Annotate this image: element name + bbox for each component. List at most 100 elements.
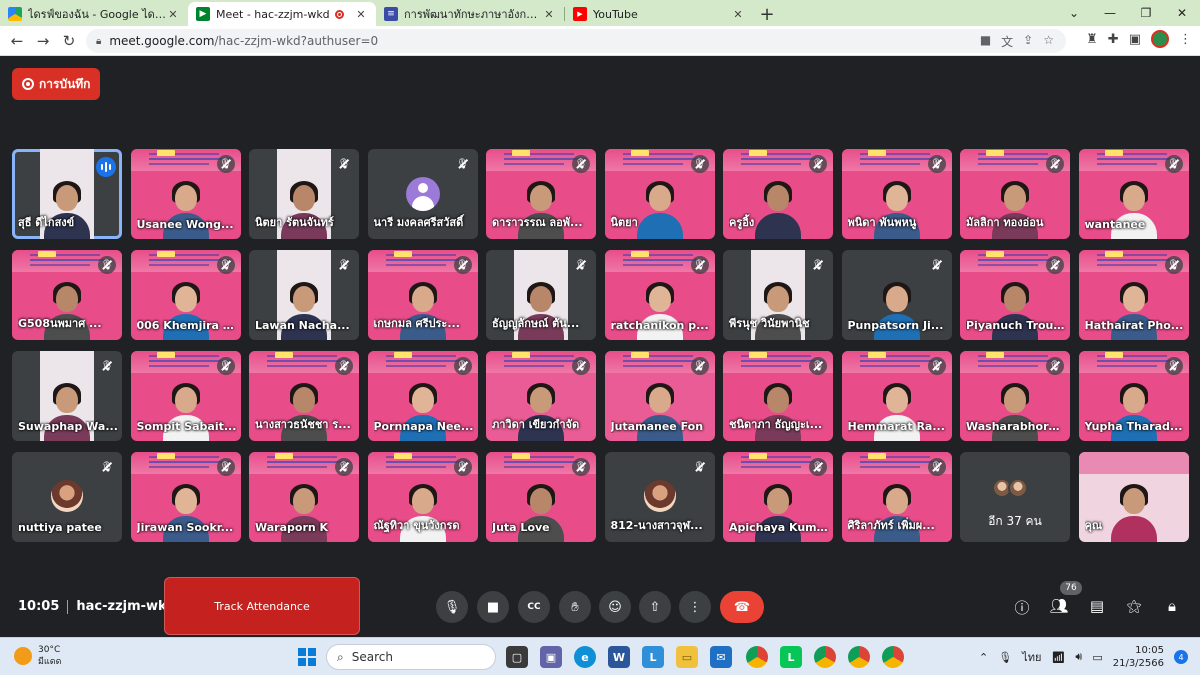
self-view-tile[interactable]: คุณ bbox=[1078, 452, 1189, 542]
close-window-icon[interactable]: ✕ bbox=[1164, 0, 1200, 26]
participant-tile[interactable]: 🎙︎ Lawan Nacha... bbox=[249, 250, 359, 340]
microphone-icon[interactable]: 🎙︎ bbox=[436, 591, 468, 623]
microphone-tray-icon[interactable]: 🎙︎ bbox=[998, 651, 1012, 664]
participant-tile[interactable]: 🎙︎ นิตยา bbox=[604, 149, 715, 239]
back-icon[interactable]: ← bbox=[4, 28, 30, 54]
participant-tile[interactable]: 🎙︎ Jutamanee Fon bbox=[604, 351, 715, 441]
participant-tile[interactable]: 🎙︎ Suwaphap Wa... bbox=[12, 351, 122, 441]
address-bar[interactable]: 🔒︎ meet.google.com /hac-zzjm-wkd?authuse… bbox=[86, 29, 1066, 53]
participant-tile[interactable]: 🎙︎ ภาวิดา เขียวกำจัด bbox=[486, 351, 596, 441]
wifi-icon[interactable]: 📶︎ bbox=[1051, 651, 1065, 664]
participant-tile[interactable]: 🎙︎ นารี มงคลศรีสวัสดิ์ bbox=[367, 149, 478, 239]
camera-toggle-icon[interactable]: ■ bbox=[477, 591, 509, 623]
people-icon[interactable]: 👥︎ bbox=[1048, 597, 1070, 615]
chrome-profile-icon[interactable] bbox=[882, 646, 904, 668]
chevron-up-icon[interactable]: ⌃ bbox=[979, 651, 988, 664]
present-screen-icon[interactable]: ⇧ bbox=[639, 591, 671, 623]
forward-icon[interactable]: → bbox=[30, 28, 56, 54]
recording-button[interactable]: การบันทึก bbox=[12, 68, 101, 100]
meeting-details-icon[interactable]: ⓘ bbox=[1011, 597, 1033, 618]
windows-start-icon[interactable] bbox=[298, 648, 316, 666]
close-icon[interactable]: ✕ bbox=[166, 8, 180, 21]
edge-icon[interactable]: e bbox=[574, 646, 596, 668]
close-icon[interactable]: ✕ bbox=[354, 8, 368, 21]
more-options-icon[interactable]: ⋮ bbox=[679, 591, 711, 623]
chrome-profile-icon[interactable] bbox=[848, 646, 870, 668]
participant-tile[interactable]: 🎙︎ เกษกมล ศรีประ... bbox=[367, 250, 478, 340]
participant-tile[interactable]: 🎙︎ มัลลิกา ทองอ่อน bbox=[960, 149, 1070, 239]
profile-avatar[interactable] bbox=[1151, 30, 1169, 48]
task-view-icon[interactable]: ▢ bbox=[506, 646, 528, 668]
emoji-icon[interactable]: ☺ bbox=[599, 591, 631, 623]
close-icon[interactable]: ✕ bbox=[542, 8, 556, 21]
participant-tile[interactable]: 🎙︎ ดาราวรรณ ลอพั... bbox=[486, 149, 596, 239]
participant-tile[interactable]: 🎙︎ ชนิดาภา ธัญญะเ... bbox=[723, 351, 833, 441]
puzzle-icon[interactable]: ✚ bbox=[1108, 32, 1119, 47]
chrome-icon[interactable] bbox=[746, 646, 768, 668]
participant-tile[interactable]: 🎙︎ Apichaya Kum... bbox=[723, 452, 833, 542]
participant-tile[interactable]: 🎙︎ Juta Love bbox=[486, 452, 596, 542]
raise-hand-icon[interactable]: ✋︎ bbox=[559, 591, 591, 623]
side-panel-icon[interactable]: ▣ bbox=[1129, 32, 1141, 47]
reload-icon[interactable]: ↻ bbox=[56, 28, 82, 54]
participant-tile[interactable]: 🎙︎ ratchanikon p... bbox=[604, 250, 715, 340]
chevron-down-icon[interactable]: ⌄ bbox=[1056, 0, 1092, 26]
participant-tile[interactable]: 🎙︎ Jirawan Sookr... bbox=[130, 452, 241, 542]
chat-app-icon[interactable]: ▣ bbox=[540, 646, 562, 668]
word-icon[interactable]: W bbox=[608, 646, 630, 668]
new-tab-icon[interactable]: + bbox=[753, 2, 781, 26]
taskbar-clock[interactable]: 10:05 21/3/2566 bbox=[1113, 644, 1164, 670]
captions-icon[interactable]: CC bbox=[518, 591, 550, 623]
participant-tile[interactable]: 🎙︎ G508นพมาศ ... bbox=[12, 250, 122, 340]
notification-badge[interactable]: 4 bbox=[1174, 650, 1188, 664]
participant-tile[interactable]: 🎙︎ Washarabhorn... bbox=[960, 351, 1070, 441]
translate-icon[interactable]: 文 bbox=[1001, 33, 1013, 50]
participant-tile[interactable]: 🎙︎ Pornnapa Nee... bbox=[367, 351, 478, 441]
participant-tile[interactable]: 🎙︎ พีรนุช วินัยพานิช bbox=[723, 250, 833, 340]
participant-tile[interactable]: 🎙︎ ศิริลาภัทร์ เพิ่มผ... bbox=[841, 452, 952, 542]
track-attendance-button[interactable]: Track Attendance bbox=[164, 577, 360, 635]
participant-tile[interactable]: 🎙︎ Piyanuch Trouj... bbox=[960, 250, 1070, 340]
end-call-button[interactable]: ☎︎ bbox=[720, 591, 764, 623]
participant-tile[interactable]: 🎙︎ นิตยา รัตนจันทร์ bbox=[249, 149, 359, 239]
volume-icon[interactable]: 🔊︎ bbox=[1075, 650, 1082, 664]
close-icon[interactable]: ✕ bbox=[731, 8, 745, 21]
file-explorer-icon[interactable]: ▭ bbox=[676, 646, 698, 668]
participant-tile[interactable]: 🎙︎ ณัฐทิวา ขุนวังกรด bbox=[367, 452, 478, 542]
host-controls-icon[interactable]: 🔒︎ bbox=[1161, 597, 1183, 615]
mail-icon[interactable]: ✉ bbox=[710, 646, 732, 668]
participant-tile[interactable]: 🎙︎ wantanee bbox=[1078, 149, 1189, 239]
tab-drive[interactable]: ไดรฟ์ของฉัน - Google ไดรฟ์ ✕ bbox=[0, 2, 188, 26]
kebab-menu-icon[interactable]: ⋮ bbox=[1179, 32, 1192, 47]
participant-tile[interactable]: 🎙︎ Usanee Wong... bbox=[130, 149, 241, 239]
extension-icon[interactable]: ♜ bbox=[1086, 32, 1098, 47]
participant-tile[interactable]: สุธี ดีไกสงข์ bbox=[12, 149, 122, 239]
participant-tile[interactable]: 🎙︎ Sompit Sabait... bbox=[130, 351, 241, 441]
participant-tile[interactable]: 🎙︎ Yupha Tharad... bbox=[1078, 351, 1189, 441]
activities-icon[interactable]: ⚝ bbox=[1123, 597, 1145, 615]
taskbar-search[interactable]: ⌕ Search bbox=[326, 644, 496, 670]
chrome-profile-icon[interactable] bbox=[814, 646, 836, 668]
participant-tile[interactable]: 🎙︎ 812-นางสาวจุฬ... bbox=[604, 452, 715, 542]
tab-forms[interactable]: ≡ การพัฒนาทักษะภาษาอังกฤษ English ✕ bbox=[376, 2, 564, 26]
battery-icon[interactable]: ▭ bbox=[1092, 651, 1102, 664]
camera-icon[interactable]: ■ bbox=[980, 33, 991, 50]
participant-tile[interactable]: 🎙︎ พนิดา พันพหนู bbox=[841, 149, 952, 239]
participant-tile[interactable]: 🎙︎ นางสาวธนัชชา ร... bbox=[249, 351, 359, 441]
bookmark-star-icon[interactable]: ☆ bbox=[1043, 33, 1054, 50]
restore-icon[interactable]: ❐ bbox=[1128, 0, 1164, 26]
participant-tile[interactable]: 🎙︎ 006 Khemjira l... bbox=[130, 250, 241, 340]
input-language[interactable]: ไทย bbox=[1022, 648, 1041, 666]
participant-tile[interactable]: 🎙︎ Hemmarat Ra... bbox=[841, 351, 952, 441]
line-app-icon[interactable]: L bbox=[780, 646, 802, 668]
more-participants-tile[interactable]: อีก 37 คน bbox=[960, 452, 1070, 542]
participant-tile[interactable]: 🎙︎ ครูอิ้ง bbox=[723, 149, 833, 239]
minimize-icon[interactable]: — bbox=[1092, 0, 1128, 26]
app-l-icon[interactable]: L bbox=[642, 646, 664, 668]
participant-tile[interactable]: 🎙︎ Punpatsorn Ji... bbox=[841, 250, 952, 340]
weather-widget[interactable]: 30°C มีแดด bbox=[14, 644, 61, 668]
participant-tile[interactable]: 🎙︎ Waraporn K bbox=[249, 452, 359, 542]
tab-meet[interactable]: ▶ Meet - hac-zzjm-wkd ✕ bbox=[188, 2, 376, 26]
share-icon[interactable]: ⇪ bbox=[1023, 33, 1033, 50]
participant-tile[interactable]: 🎙︎ nuttiya patee bbox=[12, 452, 122, 542]
